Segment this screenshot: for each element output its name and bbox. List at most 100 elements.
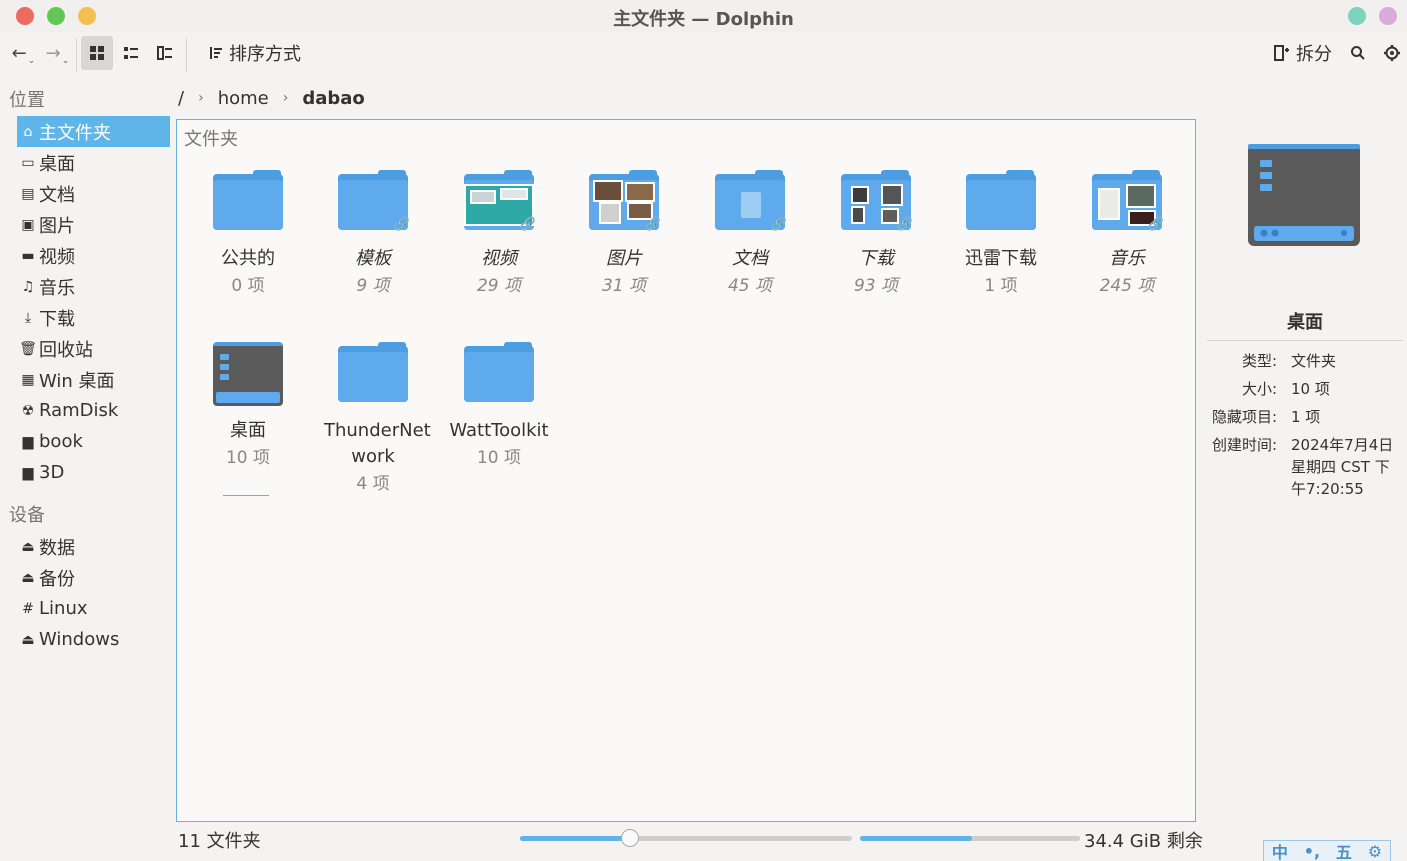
info-title: 桌面 bbox=[1287, 312, 1323, 333]
toolbar: ← ⌄ → ⌄ 排序方式 拆分 bbox=[0, 32, 1407, 76]
sidebar-item[interactable]: ⌂ 主文件夹 bbox=[17, 116, 170, 147]
breadcrumb: / › home › dabao bbox=[178, 84, 379, 112]
info-created-key: 创建时间: bbox=[1211, 436, 1277, 454]
sidebar-item-label: 视频 bbox=[39, 246, 75, 268]
zoom-slider-fill bbox=[520, 836, 630, 841]
toolbar-separator bbox=[76, 38, 77, 72]
sidebar-item-icon: ☢ bbox=[21, 402, 35, 419]
devices-section-title: 设备 bbox=[9, 505, 45, 526]
sidebar-item[interactable]: ⤓ 下载 bbox=[17, 302, 170, 333]
sidebar-item[interactable]: ▆ 3D bbox=[17, 457, 170, 488]
sidebar-item-icon: ⏏ bbox=[21, 631, 35, 648]
places-section-title: 位置 bbox=[9, 90, 45, 111]
sidebar-item[interactable]: ▭ 桌面 bbox=[17, 147, 170, 178]
folder-item[interactable]: 🔗 下载 93 项 bbox=[813, 170, 939, 299]
sort-icon bbox=[210, 47, 222, 59]
icons-view-button[interactable] bbox=[81, 36, 113, 70]
ime-mode-toggle[interactable]: 五 bbox=[1336, 839, 1352, 861]
folder-item[interactable]: 🔗 文档 45 项 bbox=[687, 170, 813, 299]
folder-item[interactable]: 桌面 10 项 bbox=[185, 342, 311, 471]
chevron-right-icon[interactable]: › bbox=[283, 90, 289, 106]
folder-item[interactable]: 🔗 图片 31 项 bbox=[561, 170, 687, 299]
compact-view-icon bbox=[124, 47, 138, 59]
sidebar-item[interactable]: ▬ 视频 bbox=[17, 240, 170, 271]
sidebar-item[interactable]: ⏏ 数据 bbox=[17, 531, 170, 562]
sidebar-item[interactable]: ▦ Win 桌面 bbox=[17, 364, 170, 395]
sidebar-item[interactable]: ▆ book bbox=[17, 426, 170, 457]
grid-view-icon bbox=[90, 46, 104, 60]
sidebar-item-label: 图片 bbox=[39, 215, 75, 237]
folder-count: 245 项 bbox=[1099, 276, 1155, 296]
sidebar-item[interactable]: ▤ 文档 bbox=[17, 178, 170, 209]
ime-gear-icon[interactable]: ⚙ bbox=[1368, 842, 1382, 861]
group-title: 文件夹 bbox=[184, 129, 238, 150]
folder-item[interactable]: 🔗 音乐 245 项 bbox=[1064, 170, 1190, 299]
folder-item[interactable]: 迅雷下载 1 项 bbox=[938, 170, 1064, 299]
file-view[interactable]: 文件夹 公共的 0 项 🔗 模板 9 项 🔗 视频 29 项 🔗 图片 31 项 🔗 文档 45 项 🔗 下载… bbox=[176, 119, 1196, 822]
zoom-slider-handle[interactable] bbox=[620, 829, 639, 847]
sidebar-item-icon: ⌂ bbox=[23, 123, 33, 140]
sidebar-item[interactable]: ▣ 图片 bbox=[17, 209, 170, 240]
input-method-bar[interactable]: 中 •, 五 ⚙ bbox=[1263, 840, 1391, 861]
forward-button[interactable]: → ⌄ bbox=[44, 36, 70, 70]
disk-space-fill bbox=[860, 836, 973, 841]
status-summary: 11 文件夹 bbox=[178, 831, 261, 852]
on-all-desktops-button[interactable] bbox=[1379, 7, 1397, 25]
window-title: 主文件夹 — Dolphin bbox=[613, 9, 794, 30]
details-view-icon bbox=[157, 46, 172, 60]
gear-icon bbox=[1384, 45, 1400, 61]
sort-by-button[interactable]: 排序方式 bbox=[200, 36, 310, 70]
folder-item[interactable]: 🔗 视频 29 项 bbox=[436, 170, 562, 299]
folder-name: 音乐 bbox=[1109, 248, 1145, 269]
folder-item[interactable]: 公共的 0 项 bbox=[185, 170, 311, 299]
sidebar-item[interactable]: ♫ 音乐 bbox=[17, 271, 170, 302]
zoom-slider[interactable] bbox=[520, 829, 852, 847]
sidebar-item-label: 数据 bbox=[39, 537, 75, 559]
breadcrumb-current[interactable]: dabao bbox=[302, 88, 364, 109]
sidebar-item-icon: ▬ bbox=[21, 247, 35, 264]
chevron-right-icon[interactable]: › bbox=[198, 90, 204, 106]
folder-item[interactable]: WattToolkit 10 项 bbox=[436, 342, 562, 471]
sidebar-item-label: RamDisk bbox=[39, 400, 119, 421]
back-button[interactable]: ← ⌄ bbox=[10, 36, 36, 70]
split-view-button[interactable]: 拆分 bbox=[1268, 36, 1338, 70]
folder-item[interactable]: ThunderNet work 4 项 bbox=[310, 342, 436, 497]
info-type-key: 类型: bbox=[1241, 352, 1277, 370]
sidebar-item[interactable]: ⏏ 备份 bbox=[17, 562, 170, 593]
sidebar-item-icon: ▣ bbox=[21, 216, 35, 233]
sidebar-item-icon: ▭ bbox=[21, 154, 35, 171]
folder-icon bbox=[338, 342, 408, 402]
sidebar-item-label: Linux bbox=[39, 598, 88, 619]
symlink-icon: 🔗 bbox=[896, 217, 913, 232]
compact-view-button[interactable] bbox=[116, 36, 146, 70]
title-bar: 主文件夹 — Dolphin bbox=[0, 0, 1407, 32]
folder-icon: 🔗 bbox=[338, 170, 410, 232]
dropdown-caret-icon: ⌄ bbox=[61, 56, 70, 66]
details-view-button[interactable] bbox=[150, 36, 180, 70]
folder-name: WattToolkit bbox=[449, 420, 549, 441]
information-panel: 桌面 类型: 文件夹 大小: 10 项 隐藏项目: 1 项 创建时间: 2024… bbox=[1205, 120, 1405, 820]
sidebar-item-icon: ▆ bbox=[22, 464, 34, 481]
folder-count: 10 项 bbox=[225, 448, 271, 468]
breadcrumb-home[interactable]: home bbox=[218, 88, 269, 109]
breadcrumb-root[interactable]: / bbox=[178, 88, 184, 109]
folder-name: 视频 bbox=[481, 248, 517, 269]
sidebar-item[interactable]: ⏏ Windows bbox=[17, 624, 170, 655]
sidebar-item[interactable]: ☢ RamDisk bbox=[17, 395, 170, 426]
split-icon bbox=[1274, 45, 1289, 61]
search-button[interactable] bbox=[1346, 36, 1370, 70]
keep-above-button[interactable] bbox=[1348, 7, 1366, 25]
folder-name: 桌面 bbox=[230, 420, 266, 441]
sidebar-item[interactable]: # Linux bbox=[17, 593, 170, 624]
ime-punctuation-toggle[interactable]: •, bbox=[1304, 842, 1320, 861]
symlink-icon: 🔗 bbox=[644, 217, 661, 232]
settings-button[interactable] bbox=[1380, 36, 1404, 70]
places-panel: 位置 ⌂ 主文件夹 ▭ 桌面 ▤ 文档 ▣ 图片 ▬ 视频 ♫ 音乐 ⤓ 下载 🗑 回收站 ▦ Win 桌面 ☢ Ra… bbox=[0, 80, 172, 840]
ime-language-toggle[interactable]: 中 bbox=[1272, 839, 1288, 861]
folder-icon: 🔗 bbox=[715, 170, 787, 232]
sidebar-item-label: Win 桌面 bbox=[39, 370, 115, 392]
folder-item[interactable]: 🔗 模板 9 项 bbox=[310, 170, 436, 299]
sidebar-item[interactable]: 🗑 回收站 bbox=[17, 333, 170, 364]
sidebar-item-icon: ▦ bbox=[21, 371, 35, 388]
info-size-key: 大小: bbox=[1241, 380, 1277, 398]
